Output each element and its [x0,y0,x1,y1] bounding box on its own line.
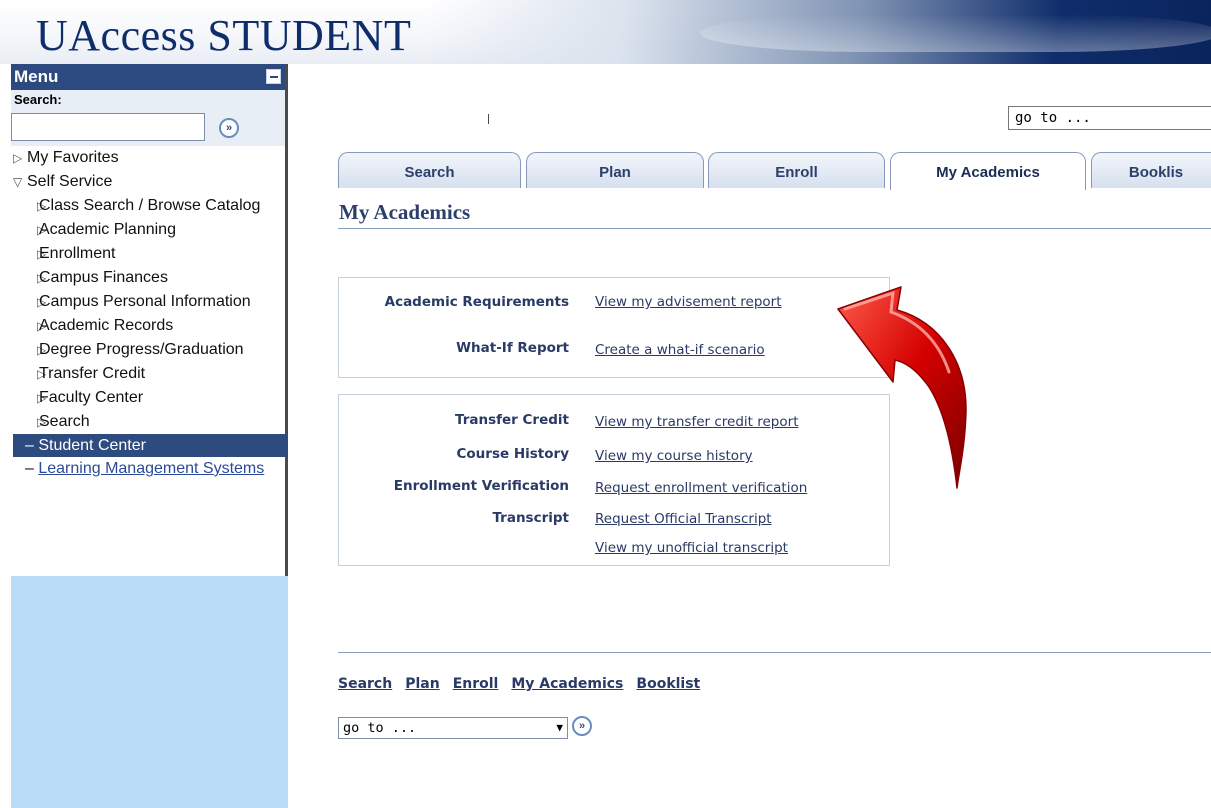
what-if-report-label: What-If Report [456,340,569,356]
menu-item-academic-records[interactable]: ▷Academic Records [13,314,285,338]
uaccess-student-logo: UAccess STUDENT [36,11,412,60]
request-official-transcript-link[interactable]: Request Official Transcript [595,508,772,530]
bottom-link-my-academics[interactable]: My Academics [511,676,623,692]
menu-item-transfer-credit[interactable]: ▷Transfer Credit [13,362,285,386]
menu-item-faculty-center[interactable]: ▷Faculty Center [13,386,285,410]
menu-item-enrollment[interactable]: ▷Enrollment [13,242,285,266]
box2-row: Enrollment Verification [339,475,569,497]
view-advisement-report-link[interactable]: View my advisement report [595,291,782,313]
collapsed-triangle-icon: ▷ [37,367,47,381]
double-chevron-icon: » [225,122,233,134]
collapsed-triangle-icon: ▷ [37,223,47,237]
menu-item-student-center[interactable]: – Student Center [13,434,288,457]
goto-select-top[interactable]: go to ... [1008,106,1211,130]
bottom-link-plan[interactable]: Plan [405,676,439,692]
goto-go-button[interactable]: » [572,716,592,736]
collapsed-triangle-icon: ▷ [37,271,47,285]
menu-item-label: Student Center [38,437,146,454]
dropdown-arrow-icon: ▼ [556,721,563,734]
collapsed-triangle-icon: ▷ [37,391,47,405]
transcript-label: Transcript [492,510,569,526]
sidebar-panel: Menu Search: » ▷ My Favorites ▽ Self Servic… [11,64,288,576]
transfer-credit-label: Transfer Credit [455,412,569,428]
bottom-divider [338,652,1211,653]
title-divider [338,228,1211,229]
dash-icon: – [25,437,39,454]
main-content: go to ... Search Plan Enroll My Academic… [290,64,1211,808]
callout-arrow-icon [837,286,967,489]
menu-item-my-favorites[interactable]: ▷ My Favorites [13,146,285,170]
menu-item-search[interactable]: ▷Search [13,410,285,434]
course-history-label: Course History [456,446,570,462]
menu-item-label: Enrollment [39,245,116,262]
tab-plan[interactable]: Plan [526,152,704,188]
menu-item-label: Self Service [27,173,113,190]
transfer-credit-report-link[interactable]: View my transfer credit report [595,411,798,433]
enrollment-verification-label: Enrollment Verification [393,478,569,494]
collapsed-triangle-icon: ▷ [37,343,47,357]
box1-row: Academic Requirements [339,291,569,313]
menu-tree: ▷ My Favorites ▽ Self Service ▷Class Search … [11,146,288,480]
menu-item-campus-finances[interactable]: ▷Campus Finances [13,266,285,290]
page-title: My Academics [339,200,471,224]
menu-search-label: Search: [14,92,62,107]
menu-item-degree-progress-graduation[interactable]: ▷Degree Progress/Graduation [13,338,285,362]
menu-item-label: Academic Records [39,317,174,334]
menu-item-label: My Favorites [27,149,119,166]
menu-item-class-search-browse-catalog[interactable]: ▷Class Search / Browse Catalog [13,194,285,218]
menu-search-go-button[interactable]: » [219,118,239,138]
tab-search[interactable]: Search [338,152,521,188]
banner-highlight [700,14,1211,52]
menu-item-label: Search [39,413,90,430]
request-enrollment-verification-link[interactable]: Request enrollment verification [595,477,807,499]
academic-requirements-label: Academic Requirements [384,294,569,310]
menu-item-label: Learning Management Systems [38,460,265,477]
collapsed-triangle-icon: ▷ [37,247,47,261]
academic-requirements-box: Academic Requirements View my advisement… [338,277,890,378]
unofficial-transcript-link[interactable]: View my unofficial transcript [595,537,788,559]
tab-my-academics[interactable]: My Academics [890,152,1086,190]
collapsed-triangle-icon: ▷ [37,319,47,333]
create-what-if-link[interactable]: Create a what-if scenario [595,339,765,361]
menu-search: Search: » [11,90,285,146]
bottom-link-booklist[interactable]: Booklist [636,676,700,692]
bottom-nav: Search Plan Enroll My Academics Booklist [338,676,713,692]
collapsed-triangle-icon: ▷ [13,151,23,165]
cursor-mark [488,114,489,124]
collapsed-triangle-icon: ▷ [37,199,47,213]
menu-search-input[interactable] [11,113,205,141]
menu-item-self-service[interactable]: ▽ Self Service [13,170,285,194]
bottom-link-search[interactable]: Search [338,676,392,692]
double-chevron-icon: » [578,720,586,732]
box2-row: Transcript [339,507,569,529]
menu-title: Menu [14,67,59,86]
menu-item-label: Faculty Center [39,389,144,406]
banner: UAccess STUDENT [0,0,1211,64]
records-box: Transfer Credit View my transfer credit … [338,394,890,566]
tab-booklist[interactable]: Booklis [1091,152,1211,188]
menu-item-label: Academic Planning [39,221,176,238]
menu-item-label: Degree Progress/Graduation [39,341,244,358]
box1-row: What-If Report [339,337,569,359]
menu-item-label: Campus Personal Information [39,293,251,310]
menu-item-academic-planning[interactable]: ▷Academic Planning [13,218,285,242]
menu-header: Menu [11,64,285,90]
expanded-triangle-icon: ▽ [13,175,23,189]
menu-item-label: Campus Finances [39,269,168,286]
sidebar: Menu Search: » ▷ My Favorites ▽ Self Servic… [11,64,288,808]
menu-item-learning-management-systems[interactable]: – Learning Management Systems [13,457,285,480]
bottom-link-enroll[interactable]: Enroll [453,676,499,692]
collapsed-triangle-icon: ▷ [37,415,47,429]
box2-row: Course History [339,443,570,465]
collapse-menu-button[interactable] [266,69,281,84]
menu-item-label: Class Search / Browse Catalog [39,197,261,214]
goto-select-bottom[interactable]: go to ... ▼ [338,717,568,739]
menu-item-label: Transfer Credit [39,365,146,382]
menu-item-campus-personal-information[interactable]: ▷Campus Personal Information [13,290,285,314]
tab-enroll[interactable]: Enroll [708,152,885,188]
box2-row: Transfer Credit [339,409,569,431]
dash-icon: – [25,460,39,477]
course-history-link[interactable]: View my course history [595,445,753,467]
collapsed-triangle-icon: ▷ [37,295,47,309]
